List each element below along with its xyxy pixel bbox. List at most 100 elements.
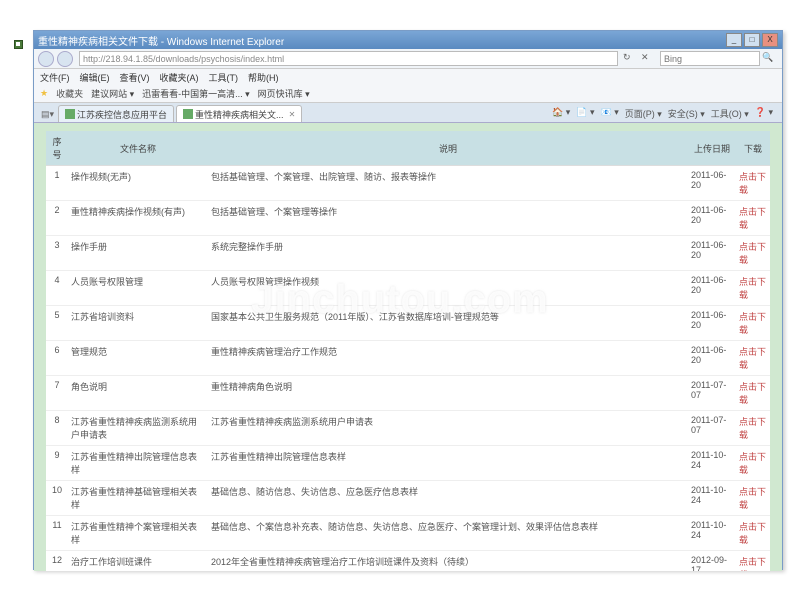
cell-desc: 2012年全省重性精神疾病管理治疗工作培训班课件及资料（待续）	[208, 551, 688, 572]
refresh-icon[interactable]: ↻	[623, 52, 637, 66]
cell-desc: 基础信息、个案信息补充表、随访信息、失访信息、应急医疗、个案管理计划、效果评估信…	[208, 516, 688, 551]
page-toolbar: 🏠 ▾ 📄 ▾ 📧 ▾ 页面(P) ▾ 安全(S) ▾ 工具(O) ▾ ❓ ▾	[546, 105, 779, 122]
menu-help[interactable]: 帮助(H)	[248, 71, 279, 84]
close-button[interactable]: X	[762, 33, 778, 47]
table-row: 1操作视频(无声)包括基础管理、个案管理、出院管理、随访、报表等操作2011-0…	[46, 166, 770, 201]
cell-date: 2011-06-20	[688, 306, 736, 341]
cell-name: 江苏省重性精神基础管理相关表样	[68, 481, 208, 516]
tab-2[interactable]: 重性精神疾病相关文... ✕	[176, 105, 302, 122]
cell-name: 操作视频(无声)	[68, 166, 208, 201]
browser-window: 重性精神疾病相关文件下载 - Windows Internet Explorer…	[33, 30, 783, 570]
cell-desc: 包括基础管理、个案管理等操作	[208, 201, 688, 236]
help-button[interactable]: ❓ ▾	[755, 107, 773, 120]
search-icon[interactable]: 🔍	[762, 52, 776, 66]
menu-favorites[interactable]: 收藏夹(A)	[160, 71, 199, 84]
download-link[interactable]: 点击下载	[736, 376, 770, 411]
table-row: 3操作手册系统完整操作手册2011-06-20点击下载	[46, 236, 770, 271]
cell-name: 治疗工作培训班课件	[68, 551, 208, 572]
address-bar[interactable]	[79, 51, 618, 66]
cell-desc: 国家基本公共卫生服务规范（2011年版）、江苏省数据库培训-管理规范等	[208, 306, 688, 341]
download-link[interactable]: 点击下载	[736, 341, 770, 376]
cell-date: 2011-06-20	[688, 201, 736, 236]
cell-name: 重性精神疾病操作视频(有声)	[68, 201, 208, 236]
forward-button[interactable]	[57, 51, 73, 67]
th-num: 序号	[46, 131, 68, 166]
favorites-bar: ★ 收藏夹 建议网站 ▾ 迅雷看看-中国第一高清... ▾ 网页快讯库 ▾	[34, 85, 782, 103]
download-link[interactable]: 点击下载	[736, 271, 770, 306]
search-input[interactable]	[660, 51, 760, 66]
cell-num: 11	[46, 516, 68, 551]
cell-name: 管理规范	[68, 341, 208, 376]
fav-item-3[interactable]: 网页快讯库 ▾	[258, 87, 310, 100]
cell-desc: 江苏省重性精神出院管理信息表样	[208, 446, 688, 481]
tab-1[interactable]: 江苏疾控信息应用平台	[58, 105, 174, 122]
cell-num: 9	[46, 446, 68, 481]
table-row: 6管理规范重性精神疾病管理治疗工作规范2011-06-20点击下载	[46, 341, 770, 376]
cell-num: 5	[46, 306, 68, 341]
table-row: 2重性精神疾病操作视频(有声)包括基础管理、个案管理等操作2011-06-20点…	[46, 201, 770, 236]
star-icon[interactable]: ★	[40, 88, 48, 99]
back-button[interactable]	[38, 51, 54, 67]
cell-name: 江苏省重性精神疾病监测系统用户申请表	[68, 411, 208, 446]
cell-num: 2	[46, 201, 68, 236]
cell-num: 8	[46, 411, 68, 446]
nav-toolbar: ↻ ✕ 🔍	[34, 49, 782, 69]
th-desc: 说明	[208, 131, 688, 166]
table-row: 4人员账号权限管理人员账号权限管理操作视频2011-06-20点击下载	[46, 271, 770, 306]
cell-name: 江苏省培训资料	[68, 306, 208, 341]
cell-name: 角色说明	[68, 376, 208, 411]
download-link[interactable]: 点击下载	[736, 201, 770, 236]
fav-item-1[interactable]: 建议网站 ▾	[91, 87, 134, 100]
table-row: 10江苏省重性精神基础管理相关表样基础信息、随访信息、失访信息、应急医疗信息表样…	[46, 481, 770, 516]
cell-desc: 江苏省重性精神疾病监测系统用户申请表	[208, 411, 688, 446]
cell-desc: 包括基础管理、个案管理、出院管理、随访、报表等操作	[208, 166, 688, 201]
cell-num: 7	[46, 376, 68, 411]
mail-button[interactable]: 📧 ▾	[600, 107, 618, 120]
cell-date: 2011-10-24	[688, 481, 736, 516]
cell-name: 江苏省重性精神出院管理信息表样	[68, 446, 208, 481]
download-link[interactable]: 点击下载	[736, 551, 770, 572]
tab-2-label: 重性精神疾病相关文...	[195, 108, 284, 121]
tools-menu[interactable]: 工具(O) ▾	[711, 107, 749, 120]
favorites-label[interactable]: 收藏夹	[56, 87, 83, 100]
download-link[interactable]: 点击下载	[736, 446, 770, 481]
download-link[interactable]: 点击下载	[736, 481, 770, 516]
cell-desc: 基础信息、随访信息、失访信息、应急医疗信息表样	[208, 481, 688, 516]
slide-bullet	[14, 40, 23, 49]
menu-tools[interactable]: 工具(T)	[209, 71, 239, 84]
tab-list-icon[interactable]: ▤▾	[37, 107, 58, 122]
safety-menu[interactable]: 安全(S) ▾	[668, 107, 705, 120]
tab-close-icon[interactable]: ✕	[289, 110, 296, 119]
cell-date: 2011-06-20	[688, 271, 736, 306]
menu-view[interactable]: 查看(V)	[120, 71, 150, 84]
menubar: 文件(F) 编辑(E) 查看(V) 收藏夹(A) 工具(T) 帮助(H)	[34, 69, 782, 85]
feed-button[interactable]: 📄 ▾	[576, 107, 594, 120]
cell-num: 1	[46, 166, 68, 201]
menu-file[interactable]: 文件(F)	[40, 71, 70, 84]
cell-date: 2011-06-20	[688, 166, 736, 201]
home-button[interactable]: 🏠 ▾	[552, 107, 570, 120]
stop-icon[interactable]: ✕	[641, 52, 655, 66]
cell-date: 2011-10-24	[688, 516, 736, 551]
download-link[interactable]: 点击下载	[736, 236, 770, 271]
minimize-button[interactable]: _	[726, 33, 742, 47]
fav-item-2[interactable]: 迅雷看看-中国第一高清... ▾	[142, 87, 250, 100]
cell-num: 6	[46, 341, 68, 376]
cell-num: 3	[46, 236, 68, 271]
cell-num: 10	[46, 481, 68, 516]
download-link[interactable]: 点击下载	[736, 516, 770, 551]
page-content: 序号 文件名称 说明 上传日期 下载 1操作视频(无声)包括基础管理、个案管理、…	[34, 123, 782, 571]
cell-date: 2012-09-17	[688, 551, 736, 572]
download-link[interactable]: 点击下载	[736, 411, 770, 446]
maximize-button[interactable]: □	[744, 33, 760, 47]
cell-date: 2011-07-07	[688, 376, 736, 411]
menu-edit[interactable]: 编辑(E)	[80, 71, 110, 84]
download-link[interactable]: 点击下载	[736, 306, 770, 341]
download-link[interactable]: 点击下载	[736, 166, 770, 201]
page-menu[interactable]: 页面(P) ▾	[625, 107, 662, 120]
window-title: 重性精神疾病相关文件下载 - Windows Internet Explorer	[38, 33, 724, 48]
titlebar: 重性精神疾病相关文件下载 - Windows Internet Explorer…	[34, 31, 782, 49]
cell-num: 4	[46, 271, 68, 306]
cell-date: 2011-06-20	[688, 236, 736, 271]
cell-name: 操作手册	[68, 236, 208, 271]
